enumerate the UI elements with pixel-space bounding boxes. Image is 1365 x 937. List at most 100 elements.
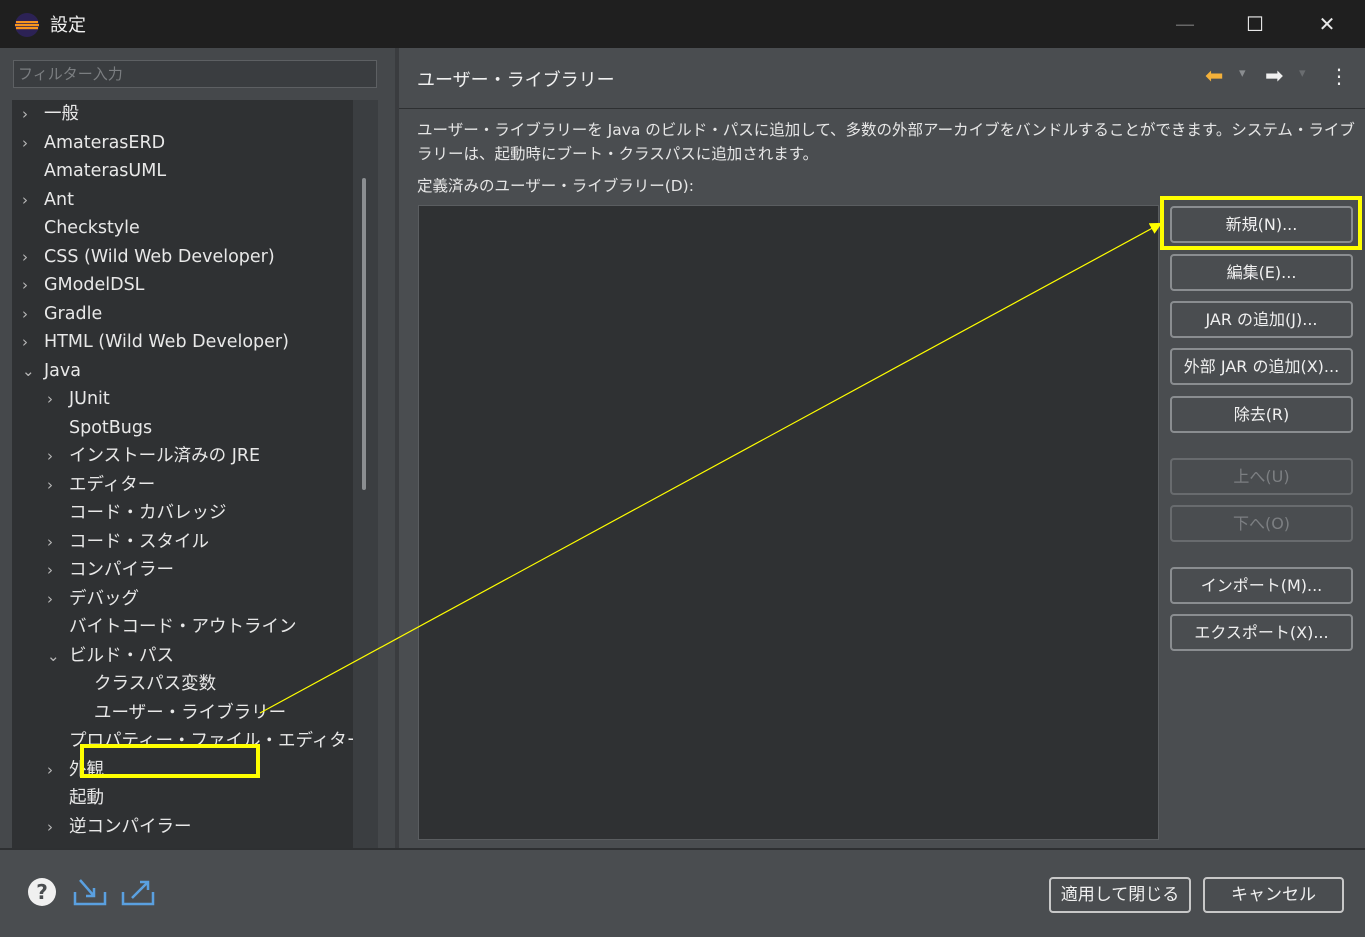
page-title: ユーザー・ライブラリー [417,70,615,91]
tree-item[interactable]: › AmaterasERD [22,129,165,157]
cancel-button[interactable]: キャンセル [1203,877,1344,913]
chevron-right-icon[interactable]: › [47,471,69,499]
chevron-right-icon[interactable]: › [47,813,69,841]
tree-item-label: インストール済みの JRE [69,446,261,466]
eclipse-logo-icon [15,13,39,37]
tree-item[interactable]: › JUnit [47,385,110,413]
dialog-footer: ? 適用して閉じる キャンセル [0,848,1365,937]
tree-item-label: Ant [44,189,74,210]
chevron-down-icon[interactable]: ⌄ [47,642,69,670]
chevron-right-icon[interactable]: › [22,100,44,128]
tree-item[interactable]: › HTML (Wild Web Developer) [22,328,289,356]
tree-item[interactable]: › GModelDSL [22,271,144,299]
title-separator [399,108,1365,109]
preference-page: ユーザー・ライブラリー ⬅ ▾ ➡ ▾ ⋮ ユーザー・ライブラリーを Java … [399,48,1365,848]
tree-item[interactable]: ⌄ Java [22,357,81,385]
tree-item[interactable]: SpotBugs [47,414,152,442]
forward-arrow-icon[interactable]: ➡ [1265,64,1283,89]
preferences-nav-pane: ›一般›AmaterasERDAmaterasUML›AntCheckstyle… [0,48,395,896]
annotation-highlight-user-library [80,744,260,778]
remove-button[interactable]: 除去(R) [1170,396,1353,433]
tree-item-label: ユーザー・ライブラリー [94,702,287,723]
page-description: ユーザー・ライブラリーを Java のビルド・パスに追加して、多数の外部アーカイ… [417,121,1355,163]
tree-item[interactable]: › Ant [22,186,74,214]
title-bar: 設定 — ☐ ✕ [0,0,1365,48]
add-external-jar-button[interactable]: 外部 JAR の追加(X)... [1170,348,1353,385]
apply-and-close-button[interactable]: 適用して閉じる [1049,877,1191,913]
chevron-right-icon[interactable]: › [47,585,69,613]
tree-item-label: ビルド・パス [69,645,174,666]
tree-item-label: SpotBugs [69,417,153,438]
tree-item[interactable]: ユーザー・ライブラリー [72,699,286,727]
chevron-down-icon[interactable]: ⌄ [22,357,44,385]
import-preferences-icon[interactable] [72,876,108,908]
tree-item-label: Checkstyle [44,218,140,238]
add-jar-button[interactable]: JAR の追加(J)... [1170,301,1353,338]
tree-item[interactable]: › CSS (Wild Web Developer) [22,243,275,271]
tree-item-label: コンパイラー [69,560,174,580]
tree-item[interactable]: › 一般 [22,100,79,128]
tree-item-label: AmaterasUML [44,161,167,181]
tree-item-label: バイトコード・アウトライン [69,617,297,637]
close-button[interactable]: ✕ [1292,0,1362,48]
view-menu-icon[interactable]: ⋮ [1329,64,1349,88]
tree-item-label: HTML (Wild Web Developer) [44,332,289,352]
back-arrow-icon[interactable]: ⬅ [1205,64,1223,89]
tree-item[interactable]: › コンパイラー [47,556,174,584]
window-title: 設定 [50,15,86,36]
export-button[interactable]: エクスポート(X)... [1170,614,1353,651]
user-library-list-label: 定義済みのユーザー・ライブラリー(D): [417,177,694,195]
move-down-button[interactable]: 下へ(O) [1170,505,1353,542]
user-library-list[interactable] [418,205,1159,840]
filter-input[interactable] [13,60,377,88]
export-preferences-icon[interactable] [120,876,156,908]
tree-item-label: 一般 [44,104,79,124]
import-button[interactable]: インポート(M)... [1170,567,1353,604]
tree-item[interactable]: › コード・スタイル [47,528,209,556]
tree-item-label: Java [44,360,81,381]
tree-item-label: Gradle [44,303,103,324]
tree-item[interactable]: バイトコード・アウトライン [47,613,297,641]
svg-text:?: ? [36,880,48,904]
tree-item[interactable]: › インストール済みの JRE [47,442,260,470]
chevron-right-icon[interactable]: › [47,556,69,584]
tree-item[interactable]: AmaterasUML [22,157,166,185]
edit-button[interactable]: 編集(E)... [1170,254,1353,291]
chevron-right-icon[interactable]: › [22,271,44,299]
chevron-right-icon[interactable]: › [22,129,44,157]
tree-item[interactable]: › エディター [47,471,155,499]
tree-item-label: クラスパス変数 [94,674,217,694]
tree-item-label: エディター [69,474,156,495]
tree-item[interactable]: ⌄ ビルド・パス [47,642,174,670]
tree-item-label: コード・カバレッジ [69,503,227,523]
chevron-right-icon[interactable]: › [47,756,69,784]
minimize-button[interactable]: — [1150,0,1220,48]
forward-history-dropdown-icon[interactable]: ▾ [1299,66,1306,81]
chevron-right-icon[interactable]: › [22,300,44,328]
chevron-right-icon[interactable]: › [22,186,44,214]
tree-item[interactable]: › 逆コンパイラー [47,813,192,841]
tree-item[interactable]: › Gradle [22,300,102,328]
tree-item[interactable]: 起動 [47,784,104,812]
tree-item-label: コード・スタイル [69,531,209,552]
tree-scrollbar[interactable] [353,100,378,896]
tree-item[interactable]: Checkstyle [22,214,140,242]
chevron-right-icon[interactable]: › [22,328,44,356]
help-icon[interactable]: ? [26,876,58,908]
tree-scrollbar-thumb[interactable] [362,178,366,490]
chevron-right-icon[interactable]: › [22,243,44,271]
tree-item-label: JUnit [69,389,110,409]
tree-item[interactable]: クラスパス変数 [72,670,216,698]
tree-item-label: AmaterasERD [44,132,166,153]
tree-item-label: デバッグ [69,588,139,609]
chevron-right-icon[interactable]: › [47,442,69,470]
maximize-button[interactable]: ☐ [1220,0,1290,48]
move-up-button[interactable]: 上へ(U) [1170,458,1353,495]
tree-item[interactable]: › デバッグ [47,585,139,613]
chevron-right-icon[interactable]: › [47,528,69,556]
back-history-dropdown-icon[interactable]: ▾ [1239,66,1246,81]
tree-item[interactable]: コード・カバレッジ [47,499,227,527]
chevron-right-icon[interactable]: › [47,385,69,413]
tree-item-label: GModelDSL [44,275,145,295]
tree-item-label: CSS (Wild Web Developer) [44,246,275,267]
